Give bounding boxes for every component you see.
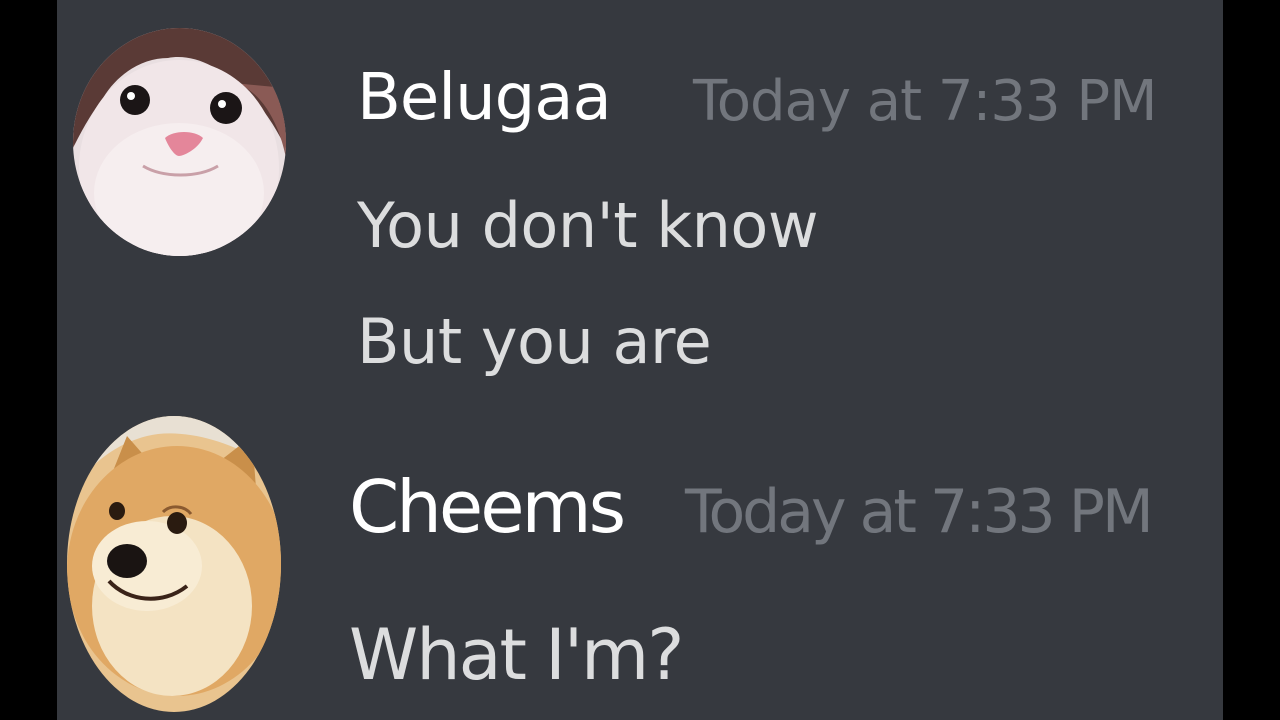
message-text-line: You don't know xyxy=(357,189,819,262)
cat-avatar-icon[interactable] xyxy=(73,28,286,256)
message-timestamp: Today at 7:33 PM xyxy=(693,69,1157,134)
chat-message-list: Belugaa Today at 7:33 PM You don't know … xyxy=(57,0,1223,720)
cat-avatar-graphic xyxy=(73,28,286,256)
doge-avatar-graphic xyxy=(67,416,281,712)
message-author[interactable]: Cheems xyxy=(349,462,626,552)
message-timestamp: Today at 7:33 PM xyxy=(685,477,1154,547)
message-text-line: What I'm? xyxy=(349,614,684,696)
message-author[interactable]: Belugaa xyxy=(357,58,612,138)
message-text-line: But you are xyxy=(357,305,712,378)
video-frame: Belugaa Today at 7:33 PM You don't know … xyxy=(0,0,1280,720)
doge-avatar-icon[interactable] xyxy=(67,416,281,712)
